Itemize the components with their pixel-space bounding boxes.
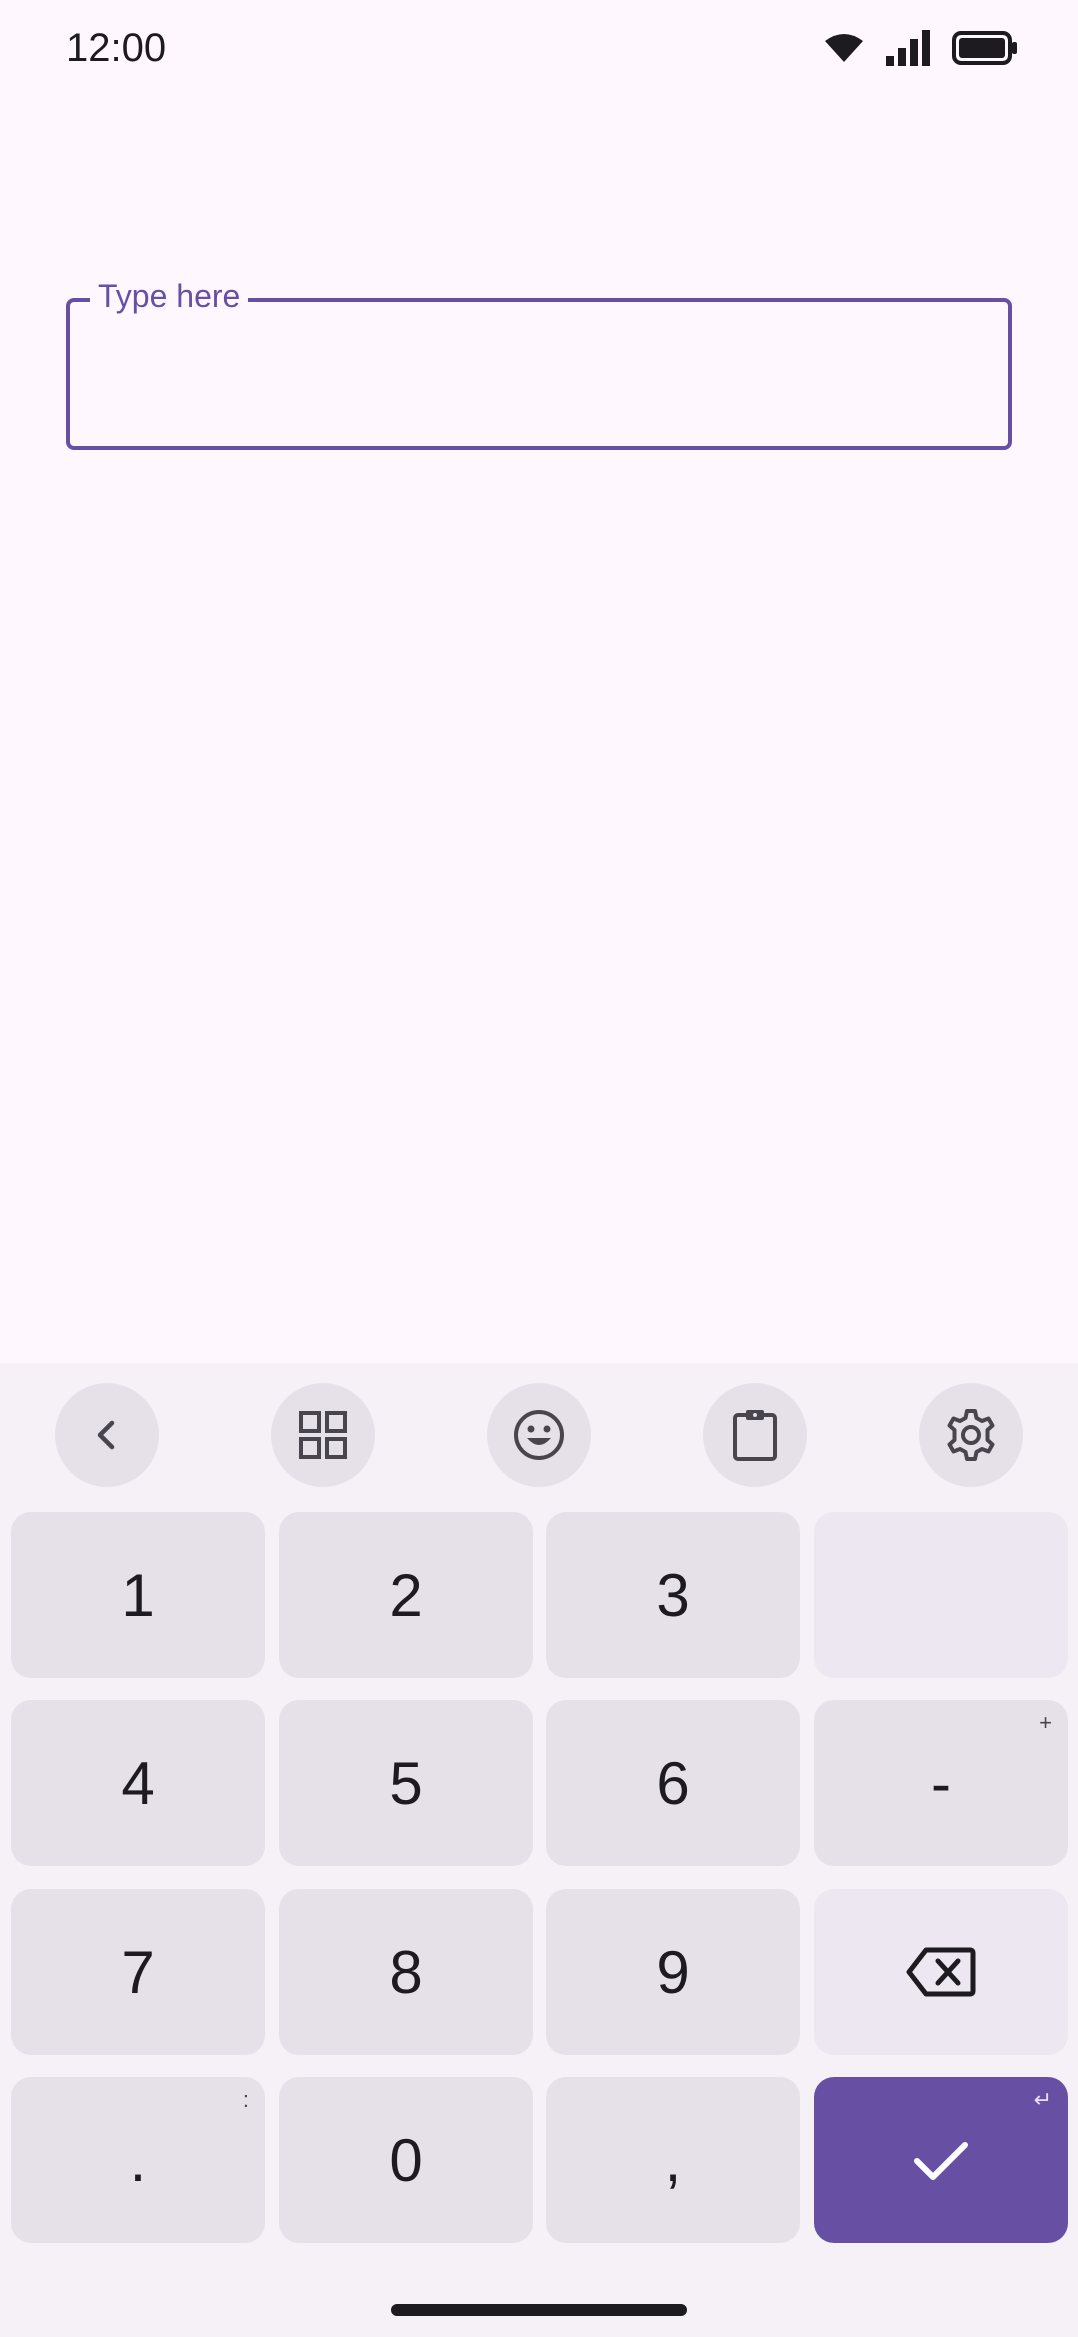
key-hint: : bbox=[242, 2087, 249, 2112]
key-label: 3 bbox=[656, 1561, 690, 1629]
back-arrow-icon bbox=[97, 1420, 115, 1450]
enter-key[interactable]: ↵ bbox=[814, 2077, 1068, 2243]
key-0[interactable]: 0 bbox=[279, 2077, 533, 2243]
key-label: 8 bbox=[389, 1938, 423, 2006]
key-9[interactable]: 9 bbox=[546, 1889, 800, 2055]
key-1[interactable]: 1 bbox=[11, 1512, 265, 1678]
wifi-icon bbox=[825, 34, 863, 62]
key-3[interactable]: 3 bbox=[546, 1512, 800, 1678]
key-label: 7 bbox=[121, 1938, 155, 2006]
text-input[interactable] bbox=[94, 332, 978, 414]
key-label: 5 bbox=[389, 1749, 423, 1817]
emoji-icon bbox=[514, 1410, 564, 1460]
key-8[interactable]: 8 bbox=[279, 1889, 533, 2055]
backspace-key[interactable] bbox=[814, 1889, 1068, 2055]
status-icons bbox=[824, 28, 1018, 68]
back-button[interactable] bbox=[55, 1383, 159, 1487]
key-7[interactable]: 7 bbox=[11, 1889, 265, 2055]
key-label: . bbox=[129, 2126, 147, 2194]
key-comma[interactable]: , bbox=[546, 2077, 800, 2243]
key-label: 2 bbox=[389, 1561, 423, 1629]
cellular-signal-icon bbox=[886, 30, 930, 66]
key-hint: ↵ bbox=[1033, 2087, 1052, 2112]
key-hint: + bbox=[1039, 1710, 1052, 1735]
battery-icon bbox=[952, 31, 1017, 65]
key-label: - bbox=[931, 1749, 951, 1817]
keyboard: 1 2 3 4 5 6 + - 7 8 9 : . 0 , ↵ bbox=[0, 1363, 1078, 2337]
status-time: 12:00 bbox=[66, 26, 167, 70]
settings-gear-icon bbox=[947, 1409, 995, 1461]
key-blank[interactable] bbox=[814, 1512, 1068, 1678]
key-label: 6 bbox=[656, 1749, 690, 1817]
clipboard-icon bbox=[733, 1410, 777, 1461]
key-label: 0 bbox=[389, 2126, 423, 2194]
backspace-icon bbox=[906, 1947, 976, 1997]
key-5[interactable]: 5 bbox=[279, 1700, 533, 1866]
text-field[interactable]: Type here bbox=[66, 276, 1012, 450]
settings-button[interactable] bbox=[919, 1383, 1023, 1487]
key-label: 9 bbox=[656, 1938, 690, 2006]
key-minus[interactable]: + - bbox=[814, 1700, 1068, 1866]
key-period[interactable]: : . bbox=[11, 2077, 265, 2243]
key-label: 4 bbox=[121, 1749, 155, 1817]
key-2[interactable]: 2 bbox=[279, 1512, 533, 1678]
grid-button[interactable] bbox=[271, 1383, 375, 1487]
check-icon bbox=[914, 2142, 968, 2180]
grid-icon bbox=[299, 1411, 347, 1459]
key-6[interactable]: 6 bbox=[546, 1700, 800, 1866]
emoji-button[interactable] bbox=[487, 1383, 591, 1487]
clipboard-button[interactable] bbox=[703, 1383, 807, 1487]
key-4[interactable]: 4 bbox=[11, 1700, 265, 1866]
key-label: 1 bbox=[121, 1561, 155, 1629]
keyboard-toolbar bbox=[0, 1383, 1078, 1489]
key-label: , bbox=[664, 2126, 682, 2194]
status-bar: 12:00 bbox=[0, 0, 1078, 100]
home-indicator[interactable] bbox=[391, 2304, 687, 2316]
text-field-label: Type here bbox=[90, 276, 249, 316]
